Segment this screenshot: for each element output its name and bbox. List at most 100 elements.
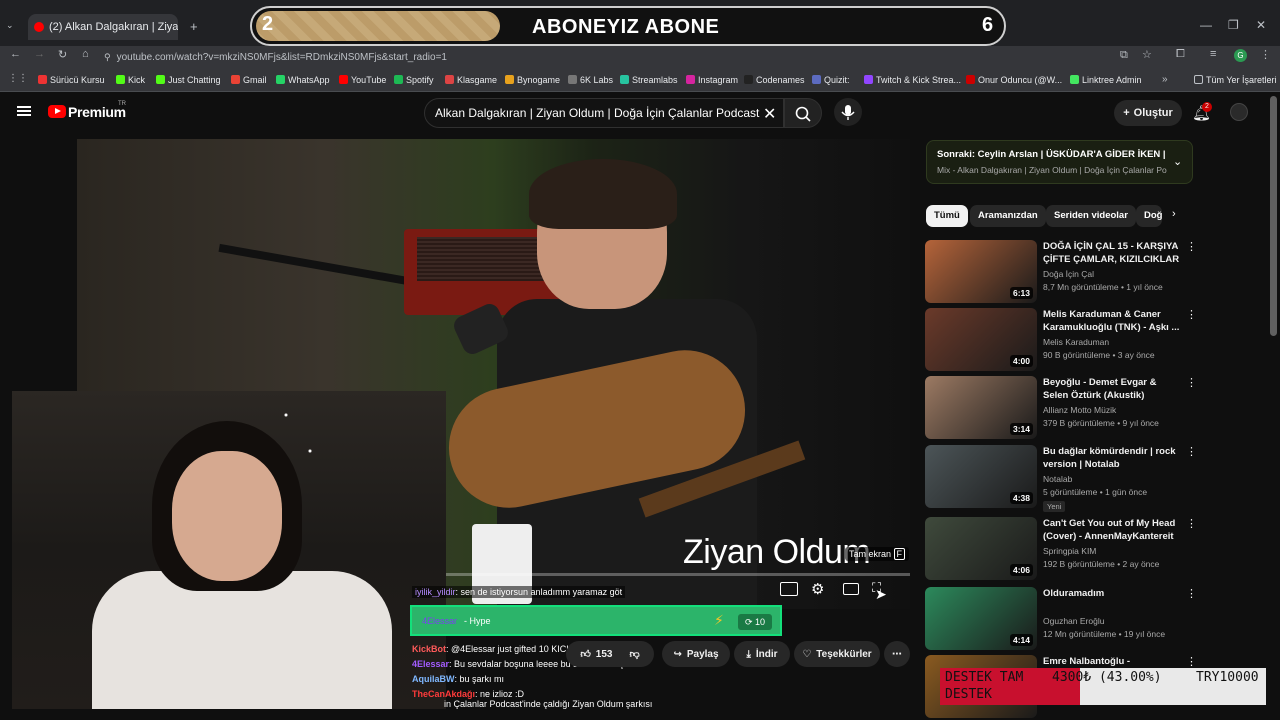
new-tab-icon[interactable]: + (190, 19, 198, 34)
more-horizontal-icon: ⋯ (892, 648, 902, 660)
bookmark-item[interactable]: Codenames (744, 75, 805, 85)
miniplayer-icon[interactable] (843, 583, 859, 595)
more-vertical-icon[interactable]: ⋮ (1186, 308, 1197, 321)
reload-icon[interactable]: ↻ (58, 48, 67, 61)
youtube-logo-icon[interactable] (48, 105, 66, 118)
video-title[interactable]: Bu dağlar kömürdendir | rock version | N… (1043, 445, 1181, 471)
channel-name[interactable]: Doğa İçin Çal (1043, 269, 1094, 279)
bookmark-item[interactable]: Spotify (394, 75, 434, 85)
browser-tab[interactable]: (2) Alkan Dalgakıran | Ziyan 🔊︎ ✕ (28, 14, 178, 40)
minimize-icon[interactable]: — (1200, 18, 1212, 32)
account-avatar[interactable] (1230, 103, 1248, 121)
channel-name[interactable]: Oguzhan Eroğlu (1043, 616, 1104, 626)
bookmark-favicon-icon (38, 75, 47, 84)
media-icon[interactable]: ≡ (1210, 48, 1216, 60)
more-vertical-icon[interactable]: ⋮ (1186, 376, 1197, 389)
voice-search-button[interactable] (834, 98, 862, 126)
chip-from-series[interactable]: Seriden videolar (1046, 205, 1136, 227)
more-vertical-icon[interactable]: ⋮ (1186, 517, 1197, 530)
bookmark-item[interactable]: Linktree Admin (1070, 75, 1142, 85)
bookmark-item[interactable]: Sürücü Kursu (38, 75, 105, 85)
up-next-playlist: Mix - Alkan Dalgakıran | Ziyan Oldum | D… (937, 165, 1167, 175)
video-thumbnail[interactable]: 3:14 (925, 376, 1037, 439)
profile-avatar[interactable]: G (1234, 49, 1247, 62)
thanks-icon: ♡ (802, 648, 812, 660)
more-vertical-icon[interactable]: ⋮ (1186, 587, 1197, 600)
video-title[interactable]: Melis Karaduman & Caner Karamukluoğlu (T… (1043, 308, 1181, 334)
chip-doga[interactable]: Doğa (1136, 205, 1162, 227)
more-vertical-icon[interactable]: ⋮ (1186, 445, 1197, 458)
address-bar[interactable]: ⚲ youtube.com/watch?v=mkziNS0MFjs&list=R… (104, 48, 1104, 66)
video-title[interactable]: Olduramadım (1043, 587, 1181, 600)
channel-name[interactable]: Springpia KIM (1043, 546, 1096, 556)
bookmark-item[interactable]: Just Chatting (156, 75, 221, 85)
bookmark-item[interactable]: Instagram (686, 75, 738, 85)
download-button[interactable]: ⤓ İndir (734, 641, 790, 667)
more-bookmarks-icon[interactable]: » (1162, 74, 1168, 85)
more-vertical-icon[interactable]: ⋮ (1186, 655, 1197, 668)
settings-gear-icon[interactable]: ⚙︎ (811, 580, 824, 598)
apps-grid-icon[interactable]: ⋮⋮ (8, 73, 28, 84)
like-dislike-group[interactable]: 👍︎ 153 👎︎ (566, 641, 654, 667)
video-thumbnail[interactable]: 6:13 (925, 240, 1037, 303)
bookmark-item[interactable]: WhatsApp (276, 75, 330, 85)
bookmark-item[interactable]: Gmail (231, 75, 267, 85)
search-input[interactable]: Alkan Dalgakıran | Ziyan Oldum | Doğa İç… (424, 98, 784, 128)
streamer-body (92, 571, 392, 709)
video-title[interactable]: Beyoğlu - Demet Evgar & Selen Öztürk (Ak… (1043, 376, 1181, 402)
home-icon[interactable]: ⌂ (82, 48, 89, 60)
more-actions-button[interactable]: ⋯ (884, 641, 910, 667)
forward-icon[interactable]: → (34, 48, 45, 60)
bookmark-item[interactable]: YouTube (339, 75, 386, 85)
cast-icon[interactable]: ⧉ (1120, 49, 1128, 62)
bookmark-item[interactable]: Quizit: (812, 75, 850, 85)
tab-list-icon[interactable]: ⌄ (6, 20, 14, 31)
bookmark-item[interactable]: Streamlabs (620, 75, 678, 85)
create-label: Oluştur (1133, 107, 1173, 119)
subtitles-icon[interactable] (780, 582, 798, 596)
browser-menu-icon[interactable]: ⋮ (1260, 48, 1271, 61)
clear-search-icon[interactable]: ✕ (763, 104, 776, 124)
hamburger-menu-icon[interactable] (17, 106, 31, 116)
dislike-icon[interactable]: 👎︎ (629, 648, 639, 660)
all-bookmarks-label: Tüm Yer İşaretleri (1206, 75, 1277, 85)
channel-name[interactable]: Notalab (1043, 474, 1072, 484)
channel-name[interactable]: Allianz Motto Müzik (1043, 405, 1116, 415)
video-thumbnail[interactable]: 4:00 (925, 308, 1037, 371)
thanks-button[interactable]: ♡ Teşekkürler (794, 641, 880, 667)
bookmark-item[interactable]: 6K Labs (568, 75, 613, 85)
video-title[interactable]: Can't Get You out of My Head (Cover) - A… (1043, 517, 1181, 543)
bookmark-star-icon[interactable]: ☆ (1142, 48, 1152, 61)
video-thumbnail[interactable]: 4:06 (925, 517, 1037, 580)
bookmark-item[interactable]: Onur Oduncu (@W... (966, 75, 1062, 85)
donation-label-line2: DESTEK (945, 687, 992, 702)
up-next-panel[interactable]: Sonraki: Ceylin Arslan | ÜSKÜDAR'A GİDER… (926, 140, 1193, 184)
create-button[interactable]: + Oluştur (1114, 100, 1182, 126)
video-title[interactable]: Emre Nalbantoğlu - (1043, 655, 1181, 668)
share-button[interactable]: ↪ Paylaş (662, 641, 730, 667)
chips-next-arrow-icon[interactable]: › (1172, 208, 1176, 220)
video-title[interactable]: DOĞA İÇİN ÇAL 15 - KARŞIYA ÇİFTE ÇAMLAR,… (1043, 240, 1181, 266)
all-bookmarks-folder[interactable]: Tüm Yer İşaretleri (1194, 75, 1277, 85)
more-vertical-icon[interactable]: ⋮ (1186, 240, 1197, 253)
extensions-icon[interactable]: ⧠ (1176, 48, 1185, 61)
page-scrollbar[interactable] (1270, 96, 1277, 336)
chip-from-search[interactable]: Aramanızdan (970, 205, 1046, 227)
bookmark-item[interactable]: Twitch & Kick Strea... (864, 75, 961, 85)
hype-event-banner: 4Elessar - Hype ⚡︎ ⟳ 10 (410, 605, 782, 636)
restore-icon[interactable]: ❐ (1228, 18, 1239, 32)
bookmark-item[interactable]: Bynogame (505, 75, 560, 85)
bookmark-label: Bynogame (517, 75, 561, 85)
bookmark-item[interactable]: Klasgame (445, 75, 497, 85)
site-info-icon[interactable]: ⚲ (104, 52, 111, 63)
bookmark-item[interactable]: Kick (116, 75, 145, 85)
like-icon[interactable]: 👍︎ (580, 648, 590, 660)
window-close-icon[interactable]: ✕ (1256, 18, 1266, 32)
chevron-down-icon[interactable]: ⌄ (1173, 155, 1182, 168)
video-thumbnail[interactable]: 4:14 (925, 587, 1037, 650)
channel-name[interactable]: Melis Karaduman (1043, 337, 1109, 347)
chip-all[interactable]: Tümü (926, 205, 968, 227)
video-thumbnail[interactable]: 4:38 (925, 445, 1037, 508)
back-icon[interactable]: ← (10, 48, 21, 60)
search-button[interactable] (784, 98, 822, 128)
